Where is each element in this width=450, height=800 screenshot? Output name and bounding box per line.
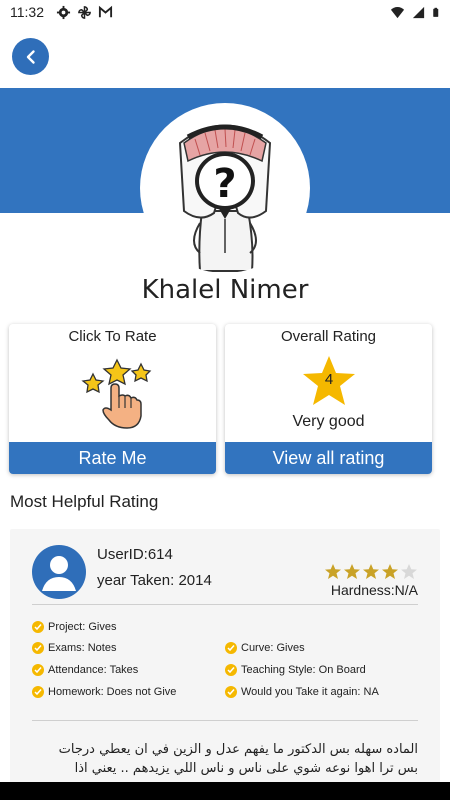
tag-label: Teaching Style: On Board <box>241 664 366 676</box>
star-filled-icon <box>344 564 360 579</box>
tag-exams: Exams: Notes <box>32 642 116 654</box>
reviewer-user-id: UserID:614 <box>97 546 173 563</box>
view-all-rating-button[interactable]: View all rating <box>225 442 432 474</box>
star-empty-icon <box>401 564 417 579</box>
review-comment-line: الماده سهله بس الدكتور ما يفهم عدل و الز… <box>58 742 418 757</box>
overall-rating-title: Overall Rating <box>280 328 377 345</box>
wifi-icon <box>390 7 405 19</box>
tag-take-again: Would you Take it again: NA <box>225 686 379 698</box>
rate-me-button[interactable]: Rate Me <box>9 442 216 474</box>
star-filled-icon <box>325 564 341 579</box>
profile-avatar: ? <box>140 103 310 273</box>
system-nav-bar <box>0 782 450 800</box>
review-card: UserID:614 year Taken: 2014 Hardness:N/A… <box>10 529 440 800</box>
review-star-rating <box>324 563 418 580</box>
overall-rating-card: Overall Rating 4 Very good View all rati… <box>225 324 432 474</box>
back-button[interactable] <box>12 38 49 75</box>
tag-label: Homework: Does not Give <box>48 686 177 698</box>
divider <box>32 720 418 721</box>
check-icon <box>225 686 237 698</box>
check-icon <box>32 621 44 633</box>
battery-icon <box>433 7 439 17</box>
overall-rating-score: 4 <box>324 371 334 388</box>
check-icon <box>32 686 44 698</box>
check-icon <box>32 664 44 676</box>
review-hardness: Hardness:N/A <box>330 582 418 598</box>
pinwheel-icon <box>78 6 91 19</box>
status-time: 11:32 <box>10 4 44 20</box>
check-icon <box>225 642 237 654</box>
check-icon <box>225 664 237 676</box>
tag-label: Project: Gives <box>48 621 117 633</box>
user-avatar <box>32 545 86 599</box>
tag-label: Exams: Notes <box>48 642 117 654</box>
tag-teaching-style: Teaching Style: On Board <box>225 664 366 676</box>
user-icon <box>42 556 76 591</box>
hand-tapping-stars-icon <box>81 358 152 429</box>
svg-text:?: ? <box>213 161 236 207</box>
gear-icon <box>56 5 71 20</box>
review-comment-line: بس ترا اهوا نوعه شوي على ناس و ناس اللي … <box>74 761 418 776</box>
check-icon <box>32 642 44 654</box>
tag-label: Curve: Gives <box>241 642 305 654</box>
professor-name: Khalel Nimer <box>141 275 309 305</box>
tag-homework: Homework: Does not Give <box>32 686 176 698</box>
star-filled-icon <box>363 564 379 579</box>
star-filled-icon <box>382 564 398 579</box>
chevron-left-icon <box>26 49 35 64</box>
tag-label: Attendance: Takes <box>48 664 139 676</box>
tag-curve: Curve: Gives <box>225 642 305 654</box>
rate-card[interactable]: Click To Rate Rate Me <box>9 324 216 474</box>
reviewer-year-taken: year Taken: 2014 <box>97 572 212 589</box>
tag-project: Project: Gives <box>32 621 116 633</box>
overall-rating-description: Very good <box>292 413 365 430</box>
gmail-icon <box>98 5 113 18</box>
section-title: Most Helpful Rating <box>10 492 159 511</box>
anonymous-man-avatar-icon: ? <box>178 124 272 272</box>
status-bar: 11:32 <box>0 0 450 26</box>
signal-icon <box>412 6 425 19</box>
tag-attendance: Attendance: Takes <box>32 664 138 676</box>
divider <box>32 604 418 605</box>
review-comment: الماده سهله بس الدكتور ما يفهم عدل و الز… <box>32 740 418 778</box>
rate-card-title: Click To Rate <box>68 328 157 345</box>
tag-label: Would you Take it again: NA <box>241 686 379 698</box>
